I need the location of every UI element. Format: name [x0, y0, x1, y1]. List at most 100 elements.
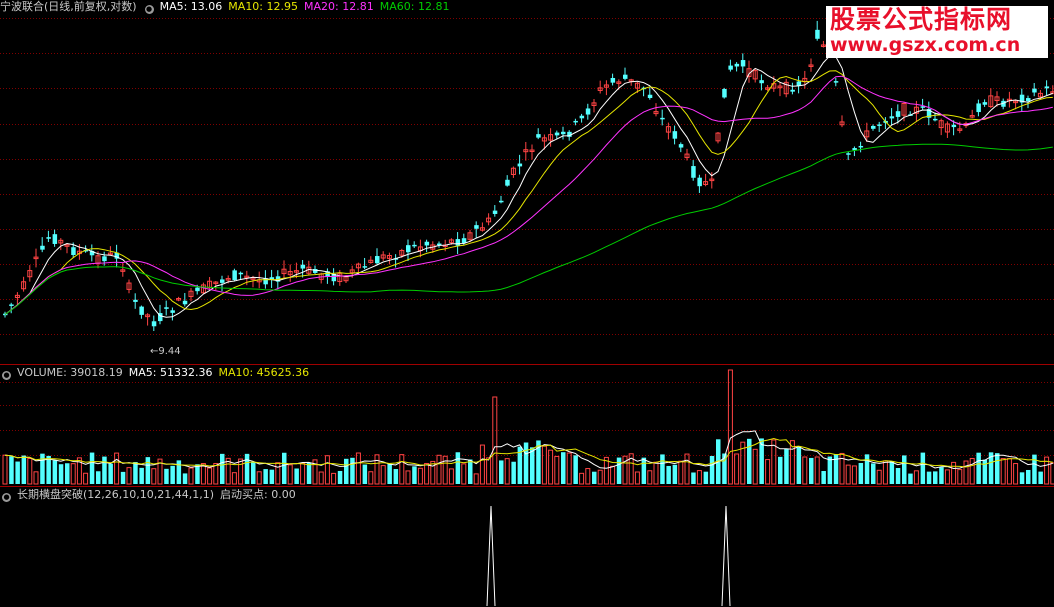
candle-body — [220, 279, 225, 283]
volume-bar — [65, 463, 70, 484]
volume-bar — [833, 454, 839, 484]
indicator-toggle-icon[interactable]: ● — [144, 5, 154, 14]
ma20-label: MA20: 12.81 — [304, 0, 374, 13]
volume-bar — [448, 468, 454, 485]
low-price-value: 9.44 — [158, 346, 181, 357]
candle-body — [424, 241, 430, 246]
volume-bar — [727, 369, 733, 485]
volume-bar — [58, 464, 64, 484]
price-panel-header: 宁波联合(日线,前复权,对数) ● MA5: 13.06 MA10: 12.95 MA2… — [0, 0, 455, 14]
volume-bar — [858, 462, 864, 484]
volume-bar — [145, 457, 151, 484]
volume-bar — [220, 453, 225, 484]
candle-body — [740, 60, 746, 67]
volume-bar — [244, 453, 250, 484]
volume-bar — [734, 453, 740, 485]
volume-bar — [944, 469, 950, 485]
watermark-logo: 股票公式指标网 www.gszx.com.cn — [826, 6, 1048, 58]
low-price-marker: ←9.44 — [150, 346, 181, 357]
volume-bar — [641, 457, 647, 484]
volume-bar — [933, 471, 938, 484]
watermark-url: www.gszx.com.cn — [830, 34, 1021, 56]
candle-body — [375, 256, 380, 264]
volume-bar — [83, 472, 89, 485]
candle-body — [170, 310, 175, 313]
volume-bar — [164, 468, 169, 484]
candle-body — [492, 210, 498, 214]
volume-bar — [882, 460, 888, 485]
volume-bar — [479, 444, 485, 485]
volume-bar — [188, 467, 194, 485]
candle-body — [833, 81, 839, 83]
volume-bar — [430, 460, 436, 485]
volume-bar — [827, 456, 833, 484]
volume-bar — [678, 460, 684, 485]
volume-bar — [778, 456, 783, 484]
candle-body — [976, 103, 981, 113]
volume-bar — [287, 464, 293, 485]
signal-spike — [721, 505, 731, 607]
volume-bar — [660, 454, 665, 484]
stock-chart-canvas[interactable] — [0, 0, 1054, 607]
volume-bar — [40, 453, 45, 484]
volume-bar — [238, 458, 244, 485]
candle-body — [561, 131, 566, 135]
volume-bar — [412, 466, 417, 484]
volume-bar — [108, 463, 113, 484]
volume-bar — [139, 467, 144, 484]
volume-bar — [691, 472, 696, 484]
ma60-label: MA60: 12.81 — [379, 0, 450, 13]
volume-bar — [541, 445, 547, 485]
volume-bar — [120, 471, 126, 484]
signal-spike — [486, 505, 496, 607]
candle-body — [52, 234, 58, 244]
volume-ma10-label: MA10: 45625.36 — [218, 366, 310, 379]
volume-bar — [393, 469, 399, 484]
volume-bar — [374, 454, 380, 485]
volume-bar — [597, 469, 603, 485]
candle-body — [9, 304, 14, 306]
candle-body — [697, 177, 702, 187]
volume-ma5-label: MA5: 51332.36 — [128, 366, 213, 379]
candle-body — [437, 243, 442, 246]
volume-bar — [96, 471, 101, 484]
candle-body — [517, 163, 523, 167]
candle-body — [691, 166, 696, 178]
volume-bar — [585, 468, 591, 485]
volume-bar — [461, 463, 467, 485]
volume-bar — [504, 458, 510, 485]
ma10-line — [4, 70, 1053, 315]
volume-bar — [709, 455, 715, 484]
volume-bar — [963, 460, 969, 485]
volume-bar — [114, 452, 120, 485]
candle-body — [151, 321, 157, 327]
volume-bar — [486, 457, 492, 485]
ma10-label: MA10: 12.95 — [228, 0, 299, 13]
volume-bar — [771, 439, 777, 485]
stock-title: 宁波联合(日线,前复权,对数) — [0, 0, 137, 13]
volume-panel-header: ● VOLUME: 39018.19 MA5: 51332.36 MA10: 4562… — [0, 366, 315, 380]
candle-body — [300, 264, 306, 269]
volume-bar — [15, 461, 20, 484]
volume-bar — [876, 469, 882, 485]
volume-bar — [1000, 458, 1006, 485]
volume-bar — [814, 456, 820, 485]
volume-bar — [2, 454, 8, 485]
volume-bar — [908, 473, 913, 484]
volume-bar — [151, 468, 157, 485]
candle-body — [933, 118, 938, 121]
volume-bar — [957, 469, 963, 485]
candle-body — [474, 225, 479, 229]
volume-bar — [579, 472, 585, 485]
indicator-panel-toggle-icon[interactable]: ● — [2, 493, 11, 502]
volume-bar — [752, 448, 758, 485]
volume-bar — [207, 467, 213, 485]
candle-body — [728, 65, 733, 70]
volume-bar — [337, 470, 343, 484]
volume-bar — [133, 462, 138, 484]
candle-body — [610, 77, 616, 83]
volume-bar — [969, 457, 975, 485]
volume-toggle-icon[interactable]: ● — [2, 371, 11, 380]
ma5-label: MA5: 13.06 — [159, 0, 223, 13]
watermark-title: 股票公式指标网 — [830, 5, 1013, 34]
